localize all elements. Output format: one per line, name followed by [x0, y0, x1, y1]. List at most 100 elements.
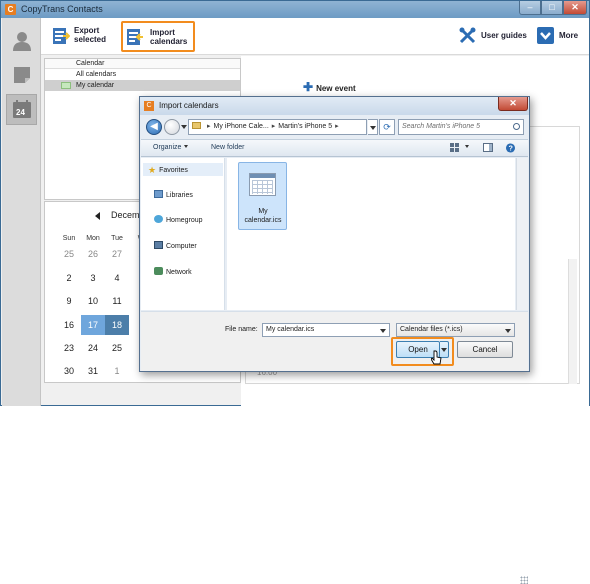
calendar-day[interactable]: 24	[81, 338, 105, 358]
calendar-day-selected[interactable]: 18	[105, 315, 129, 335]
nav-notes[interactable]	[6, 60, 37, 91]
new-folder-button[interactable]: New folder	[211, 144, 244, 151]
title-bar: C CopyTrans Contacts – □ ✕	[1, 1, 589, 18]
file-list-pane: My calendar.ics	[227, 158, 515, 310]
new-event-button[interactable]: ✚ New event	[303, 80, 356, 94]
search-placeholder: Search Martin's iPhone 5	[402, 123, 480, 130]
file-name-label: My calendar.ics	[244, 208, 282, 224]
nav-libraries[interactable]: Libraries	[154, 190, 193, 199]
refresh-icon[interactable]: ⟳	[379, 119, 395, 135]
preview-pane-icon[interactable]	[483, 143, 494, 153]
search-input[interactable]: Search Martin's iPhone 5	[398, 119, 524, 135]
minimize-button[interactable]: –	[519, 1, 541, 15]
file-name-input[interactable]: My calendar.ics	[262, 323, 390, 337]
history-dropdown-icon[interactable]	[181, 125, 187, 129]
forward-arrow-icon[interactable]	[164, 119, 180, 135]
calendar-row-all[interactable]: All calendars	[45, 69, 240, 80]
back-arrow-icon[interactable]: ◀	[146, 119, 162, 135]
calendar-day[interactable]: 11	[105, 291, 129, 311]
file-list-scrollbar[interactable]	[516, 158, 528, 310]
calendar-file-icon	[249, 173, 276, 196]
svg-text:?: ?	[509, 144, 514, 153]
computer-icon	[154, 241, 163, 249]
calendar-day[interactable]: 27	[105, 244, 129, 264]
address-bar[interactable]: ▸ My iPhone Cale... ▸ Martin's iPhone 5 ▸	[188, 119, 367, 135]
calendar-day[interactable]: 26	[81, 244, 105, 264]
organize-menu[interactable]: Organize	[153, 144, 189, 151]
calendar-day[interactable]: 23	[57, 338, 81, 358]
view-options-icon[interactable]	[450, 143, 461, 153]
cancel-button[interactable]: Cancel	[457, 341, 513, 358]
calendar-day[interactable]: 2	[57, 268, 81, 288]
weekday-label: Sun	[62, 235, 76, 242]
resize-grip[interactable]	[520, 576, 528, 584]
nav-favorites[interactable]: ★ Favorites	[143, 163, 223, 176]
import-label-1: Import	[150, 28, 175, 37]
folder-icon	[192, 122, 201, 129]
nav-homegroup[interactable]: Homegroup	[154, 215, 203, 224]
address-dropdown-button[interactable]	[368, 119, 378, 135]
day-view-scrollbar[interactable]	[568, 259, 577, 384]
breadcrumb-item[interactable]: My iPhone Cale...	[214, 123, 269, 130]
navigation-pane: ★ Favorites Libraries Homegroup Computer …	[141, 158, 225, 310]
window-title: CopyTrans Contacts	[21, 4, 103, 14]
calendar-day[interactable]: 1	[105, 361, 129, 381]
calendar-day[interactable]: 25	[105, 338, 129, 358]
file-type-select[interactable]: Calendar files (*.ics)	[396, 323, 515, 337]
calendar-day[interactable]: 3	[81, 268, 105, 288]
month-label: Decem	[111, 210, 140, 220]
dialog-title-bar: C Import calendars ✕	[140, 97, 529, 115]
person-icon	[12, 32, 31, 51]
calendar-row-my-calendar[interactable]: My calendar	[45, 80, 240, 91]
calendar-list-header: Calendar	[45, 59, 240, 69]
calendar-row-label: All calendars	[76, 71, 117, 78]
dialog-close-button[interactable]: ✕	[498, 97, 528, 111]
weekday-label: Tue	[111, 235, 123, 242]
more-label: More	[559, 31, 579, 40]
main-toolbar: Export selected Import calendars User guid…	[41, 18, 589, 55]
import-calendars-button[interactable]: Import calendars	[121, 21, 195, 52]
prev-month-arrow-icon[interactable]	[95, 212, 100, 220]
export-selected-button[interactable]: Export selected	[52, 23, 112, 51]
chevron-down-icon	[465, 145, 469, 148]
file-item-my-calendar[interactable]: My calendar.ics	[238, 162, 287, 230]
mouse-cursor-icon	[431, 350, 442, 365]
close-button[interactable]: ✕	[563, 1, 587, 15]
calendar-day[interactable]: 4	[105, 268, 129, 288]
homegroup-icon	[154, 215, 163, 223]
import-icon	[127, 29, 143, 45]
file-name-field-label: File name:	[225, 326, 258, 333]
calendar-day[interactable]: 30	[57, 361, 81, 381]
calendar-day[interactable]: 31	[81, 361, 105, 381]
nav-network[interactable]: Network	[154, 267, 192, 276]
more-button[interactable]: More	[537, 23, 583, 51]
plus-icon: ✚	[303, 80, 314, 94]
user-guides-label: User guides	[481, 31, 527, 40]
nav-contacts[interactable]	[6, 26, 37, 57]
dialog-app-icon: C	[144, 101, 154, 111]
nav-calendar[interactable]: 24	[6, 94, 37, 125]
help-icon[interactable]: ?	[505, 143, 516, 153]
weekday-label: Mon	[86, 235, 100, 242]
maximize-button[interactable]: □	[541, 1, 563, 15]
calendar-day[interactable]: 9	[57, 291, 81, 311]
nav-favorites-label: Favorites	[159, 167, 188, 174]
view-dropdown[interactable]	[462, 144, 469, 151]
breadcrumb-item[interactable]: Martin's iPhone 5	[278, 123, 332, 130]
calendar-day[interactable]: 25	[57, 244, 81, 264]
user-guides-button[interactable]: User guides	[459, 23, 533, 51]
command-bar: Organize New folder ?	[141, 139, 528, 157]
nav-homegroup-label: Homegroup	[166, 217, 203, 224]
chevron-down-icon	[184, 145, 189, 148]
calendar-day[interactable]: 16	[57, 315, 81, 335]
library-icon	[154, 190, 163, 198]
calendar-day[interactable]: 10	[81, 291, 105, 311]
calendar-row-label: My calendar	[76, 82, 115, 89]
calendar-day-selected[interactable]: 17	[81, 315, 105, 335]
export-icon	[53, 28, 70, 44]
note-icon	[13, 67, 30, 83]
new-folder-label: New folder	[211, 144, 245, 151]
more-chevron-icon	[537, 27, 554, 44]
export-label-2: selected	[74, 35, 107, 44]
nav-computer[interactable]: Computer	[154, 241, 197, 250]
